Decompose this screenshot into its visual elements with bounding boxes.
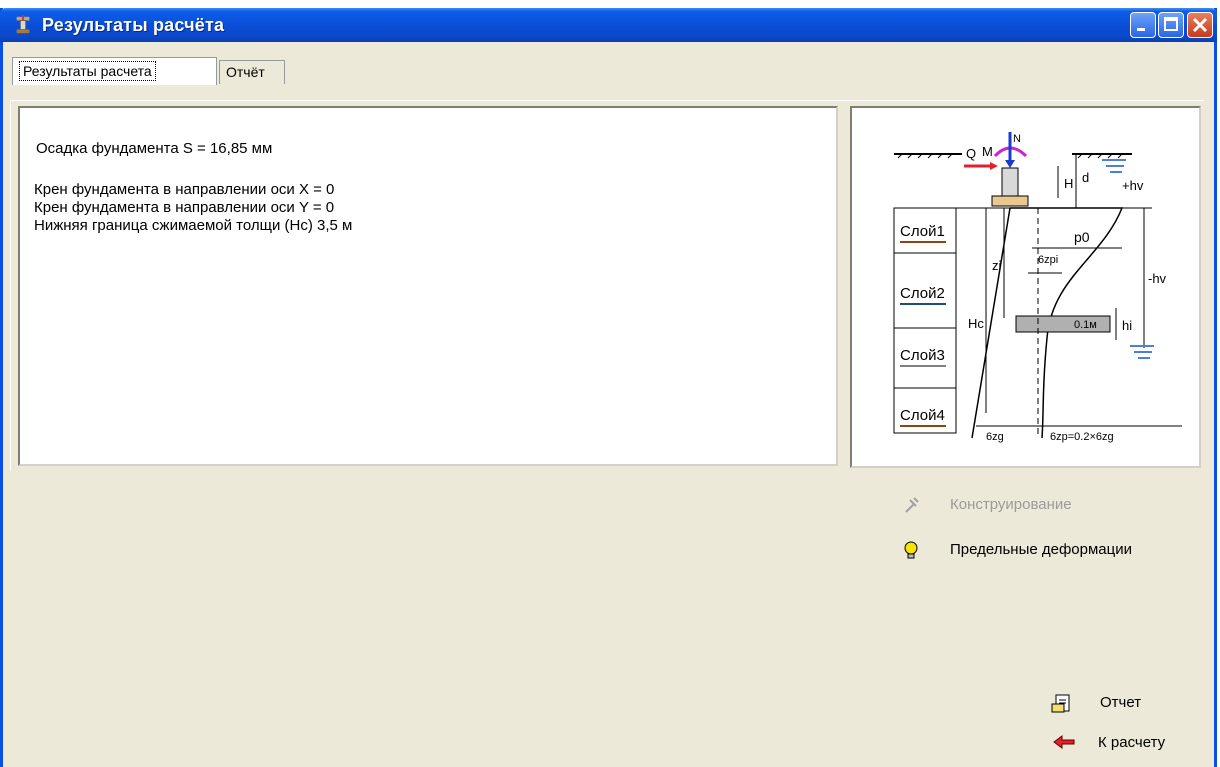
label-layer-thickness: 0.1м <box>1074 319 1097 331</box>
label-d: d <box>1082 170 1089 185</box>
arrow-left-icon <box>1053 735 1075 749</box>
label-szg: 6zg <box>986 431 1004 443</box>
bulb-icon <box>904 541 918 559</box>
report-button[interactable]: Отчет <box>1050 694 1170 716</box>
window-title: Результаты расчёта <box>42 15 225 35</box>
label-p0: p0 <box>1074 229 1090 245</box>
settlement-text: Осадка фундамента S = 16,85 мм <box>36 140 273 157</box>
label-n: N <box>1013 133 1021 145</box>
water-level-top-icon <box>1102 159 1126 173</box>
tab-results[interactable]: Результаты расчета <box>12 57 217 85</box>
label-hv-plus: +hv <box>1122 178 1144 193</box>
tools-icon <box>905 497 919 513</box>
water-level-bottom-icon <box>1130 345 1154 359</box>
layer-3-label: Слой3 <box>900 347 945 364</box>
label-hv-minus: -hv <box>1148 271 1167 286</box>
back-to-calc-button[interactable]: К расчету <box>1050 734 1200 756</box>
layer-2-label: Слой2 <box>900 285 945 302</box>
label-szpi: 6zpi <box>1038 254 1058 266</box>
maximize-button[interactable] <box>1158 12 1184 38</box>
layer-1-label: Слой1 <box>900 223 945 240</box>
close-button[interactable] <box>1187 12 1213 38</box>
foundation-diagram-svg: Q M N H d +hv Слой1 Слой2 Слой3 Слой4 Hc… <box>893 132 1182 443</box>
limit-deformations-button[interactable]: Предельные деформации <box>900 541 1160 563</box>
maximize-icon <box>1164 17 1178 31</box>
label-q: Q <box>966 146 976 161</box>
report-icon <box>1051 694 1070 713</box>
design-label: Конструирование <box>950 496 1072 513</box>
report-label: Отчет <box>1100 694 1142 711</box>
tab-report-label: Отчёт <box>226 64 265 80</box>
title-bar[interactable]: Результаты расчёта <box>0 8 1217 42</box>
tilt-y-text: Крен фундамента в направлении оси Y = 0 <box>34 199 335 216</box>
tilt-x-text: Крен фундамента в направлении оси X = 0 <box>34 181 335 198</box>
label-szp: 6zp=0.2×6zg <box>1050 431 1114 443</box>
close-icon <box>1192 17 1208 33</box>
limit-deformations-label: Предельные деформации <box>950 541 1132 558</box>
minimize-button[interactable] <box>1130 12 1156 38</box>
label-m: M <box>982 144 993 159</box>
label-hc: Hc <box>968 316 984 331</box>
label-h: H <box>1064 176 1073 191</box>
minimize-icon <box>1137 28 1145 31</box>
lower-bound-text: Нижняя граница сжимаемой толщи (Hc) 3,5 … <box>34 217 353 234</box>
label-zi: zi <box>992 258 1002 273</box>
column <box>1001 167 1019 197</box>
app-icon <box>16 15 30 34</box>
design-button[interactable]: Конструирование <box>900 496 1120 518</box>
results-text-area[interactable]: Осадка фундамента S = 16,85 мм Крен фунд… <box>18 106 838 466</box>
foundation-diagram: Q M N H d +hv Слой1 Слой2 Слой3 Слой4 Hc… <box>850 106 1201 468</box>
tab-results-label: Результаты расчета <box>19 61 156 81</box>
tab-report[interactable]: Отчёт <box>219 60 285 84</box>
layer-4-label: Слой4 <box>900 407 945 424</box>
back-to-calc-label: К расчету <box>1098 734 1166 751</box>
label-hi: hi <box>1122 318 1132 333</box>
footing <box>991 195 1029 207</box>
